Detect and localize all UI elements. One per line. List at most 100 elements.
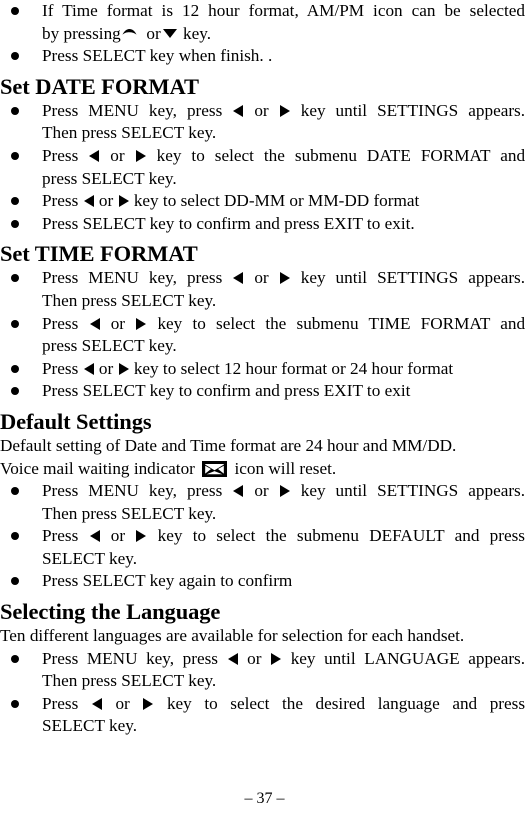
bullet-line: Press or key to select the desired langu… — [42, 693, 525, 716]
paragraph-text: Voice mail waiting indicator — [0, 458, 195, 478]
list-item: Press MENU key, press or key until SETTI… — [0, 267, 525, 312]
left-arrow-icon — [233, 272, 244, 285]
paragraph-text: icon will reset. — [234, 458, 337, 478]
left-arrow-icon — [233, 485, 244, 498]
bullet-text: press SELECT key. — [42, 168, 177, 188]
left-arrow-icon — [227, 652, 238, 665]
bullet-line: Press SELECT key to confirm and press EX… — [42, 213, 525, 236]
left-arrow-icon — [83, 195, 94, 208]
bullet-line: Press or key to select DD-MM or MM-DD fo… — [42, 190, 525, 213]
bullet-line: Press SELECT key when finish. . — [42, 45, 525, 68]
list-item: Press or key to select 12 hour format or… — [0, 358, 525, 381]
bullet-point-icon — [11, 693, 22, 716]
section-heading-date-format: Set DATE FORMAT — [0, 73, 199, 99]
bullet-point-icon — [11, 100, 22, 123]
bullet-text: or — [146, 23, 161, 43]
bullet-text: Press SELECT key to confirm and press EX… — [42, 213, 415, 233]
right-arrow-icon — [118, 362, 129, 375]
voicemail-indicator-paragraph: Voice mail waiting indicator icon will r… — [0, 458, 525, 481]
bullet-text: or — [98, 191, 114, 211]
bullet-point-icon — [11, 570, 22, 593]
left-arrow-icon — [89, 317, 100, 330]
language-intro-paragraph: Ten different languages are available fo… — [0, 626, 465, 646]
bullet-line: Press MENU key, press or key until SETTI… — [42, 267, 525, 290]
bullet-text: Press — [42, 145, 79, 165]
bullet-line: Press MENU key, press or key until LANGU… — [42, 648, 525, 671]
section-heading-selecting-language: Selecting the Language — [0, 599, 221, 625]
intro-bullet-list: If Time format is 12 hour format, AM/PM … — [0, 0, 525, 68]
right-arrow-icon — [118, 195, 129, 208]
bullet-point-icon — [11, 648, 22, 671]
bullet-text: Press MENU key, press — [42, 100, 223, 120]
list-item: Press SELECT key when finish. . — [0, 45, 525, 68]
bullet-text: Press — [42, 313, 79, 333]
bullet-point-icon — [11, 145, 22, 168]
bullet-text: SELECT key. — [42, 548, 138, 568]
bullet-text: Press — [42, 191, 79, 211]
bullet-line: Then press SELECT key. — [42, 670, 525, 693]
bullet-text: or — [110, 526, 126, 546]
bullet-text: Then press SELECT key. — [42, 503, 217, 523]
list-item: Press MENU key, press or key until SETTI… — [0, 100, 525, 145]
page-content: If Time format is 12 hour format, AM/PM … — [0, 0, 525, 738]
right-arrow-icon — [279, 104, 290, 117]
bullet-text: Then press SELECT key. — [42, 671, 217, 691]
bullet-text: Press MENU key, press — [42, 648, 218, 668]
section-heading-default-settings: Default Settings — [0, 408, 152, 434]
bullet-point-icon — [11, 0, 22, 23]
left-arrow-icon — [91, 697, 102, 710]
list-item: Press SELECT key to confirm and press EX… — [0, 380, 525, 403]
list-item: Press or key to select the submenu DATE … — [0, 145, 525, 190]
bullet-text: Press SELECT key when finish. . — [42, 46, 273, 66]
bullet-text: or — [254, 268, 269, 288]
bullet-line: SELECT key. — [42, 548, 525, 571]
up-arrow-icon — [122, 26, 137, 35]
list-item: If Time format is 12 hour format, AM/PM … — [0, 0, 525, 45]
bullet-text: by pressing — [42, 23, 121, 43]
bullet-text: Press — [42, 358, 79, 378]
list-item: Press or key to select the submenu TIME … — [0, 313, 525, 358]
list-item: Press MENU key, press or key until SETTI… — [0, 480, 525, 525]
bullet-text: or — [110, 145, 125, 165]
bullet-line: Then press SELECT key. — [42, 290, 525, 313]
bullet-line: Press or key to select the submenu DEFAU… — [42, 525, 525, 548]
bullet-text: or — [254, 481, 269, 501]
right-arrow-icon — [136, 317, 147, 330]
bullet-line: Press or key to select 12 hour format or… — [42, 358, 525, 381]
bullet-text: If Time format is 12 hour format, AM/PM … — [42, 1, 525, 20]
left-arrow-icon — [83, 362, 94, 375]
bullet-text: or — [247, 648, 262, 668]
bullet-text: Then press SELECT key. — [42, 123, 217, 143]
bullet-text: key to select DD-MM or MM-DD format — [133, 191, 420, 211]
manual-page: If Time format is 12 hour format, AM/PM … — [0, 0, 529, 819]
bullet-text: or — [254, 100, 269, 120]
list-item: Press or key to select the desired langu… — [0, 693, 525, 738]
bullet-line: Then press SELECT key. — [42, 122, 525, 145]
bullet-text: key to select the submenu TIME FORMAT an… — [157, 313, 526, 333]
right-arrow-icon — [271, 652, 282, 665]
bullet-line: SELECT key. — [42, 715, 525, 738]
bullet-text: SELECT key. — [42, 716, 138, 736]
default-settings-paragraph: Default setting of Date and Time format … — [0, 435, 457, 455]
bullet-line: Press or key to select the submenu DATE … — [42, 145, 525, 168]
right-arrow-icon — [136, 530, 147, 543]
bullet-point-icon — [11, 45, 22, 68]
bullet-line: Then press SELECT key. — [42, 503, 525, 526]
bullet-point-icon — [11, 213, 22, 236]
bullet-text: key until LANGUAGE appears. — [290, 648, 526, 668]
list-item: Press or key to select the submenu DEFAU… — [0, 525, 525, 570]
bullet-point-icon — [11, 480, 22, 503]
bullet-text: key until SETTINGS appears. — [300, 268, 526, 288]
bullet-text: Press SELECT key to confirm and press EX… — [42, 381, 411, 401]
list-item: Press or key to select DD-MM or MM-DD fo… — [0, 190, 525, 213]
bullet-point-icon — [11, 358, 22, 381]
bullet-point-icon — [11, 267, 22, 290]
bullet-text: key to select the submenu DATE FORMAT an… — [156, 145, 526, 165]
bullet-text: key until SETTINGS appears. — [300, 481, 526, 501]
bullet-text: Press MENU key, press — [42, 268, 223, 288]
list-item: Press SELECT key again to confirm — [0, 570, 525, 593]
bullet-point-icon — [11, 313, 22, 336]
bullet-line: Press SELECT key again to confirm — [42, 570, 525, 593]
bullet-text: key until SETTINGS appears. — [300, 100, 526, 120]
bullet-text: Press — [42, 526, 79, 546]
